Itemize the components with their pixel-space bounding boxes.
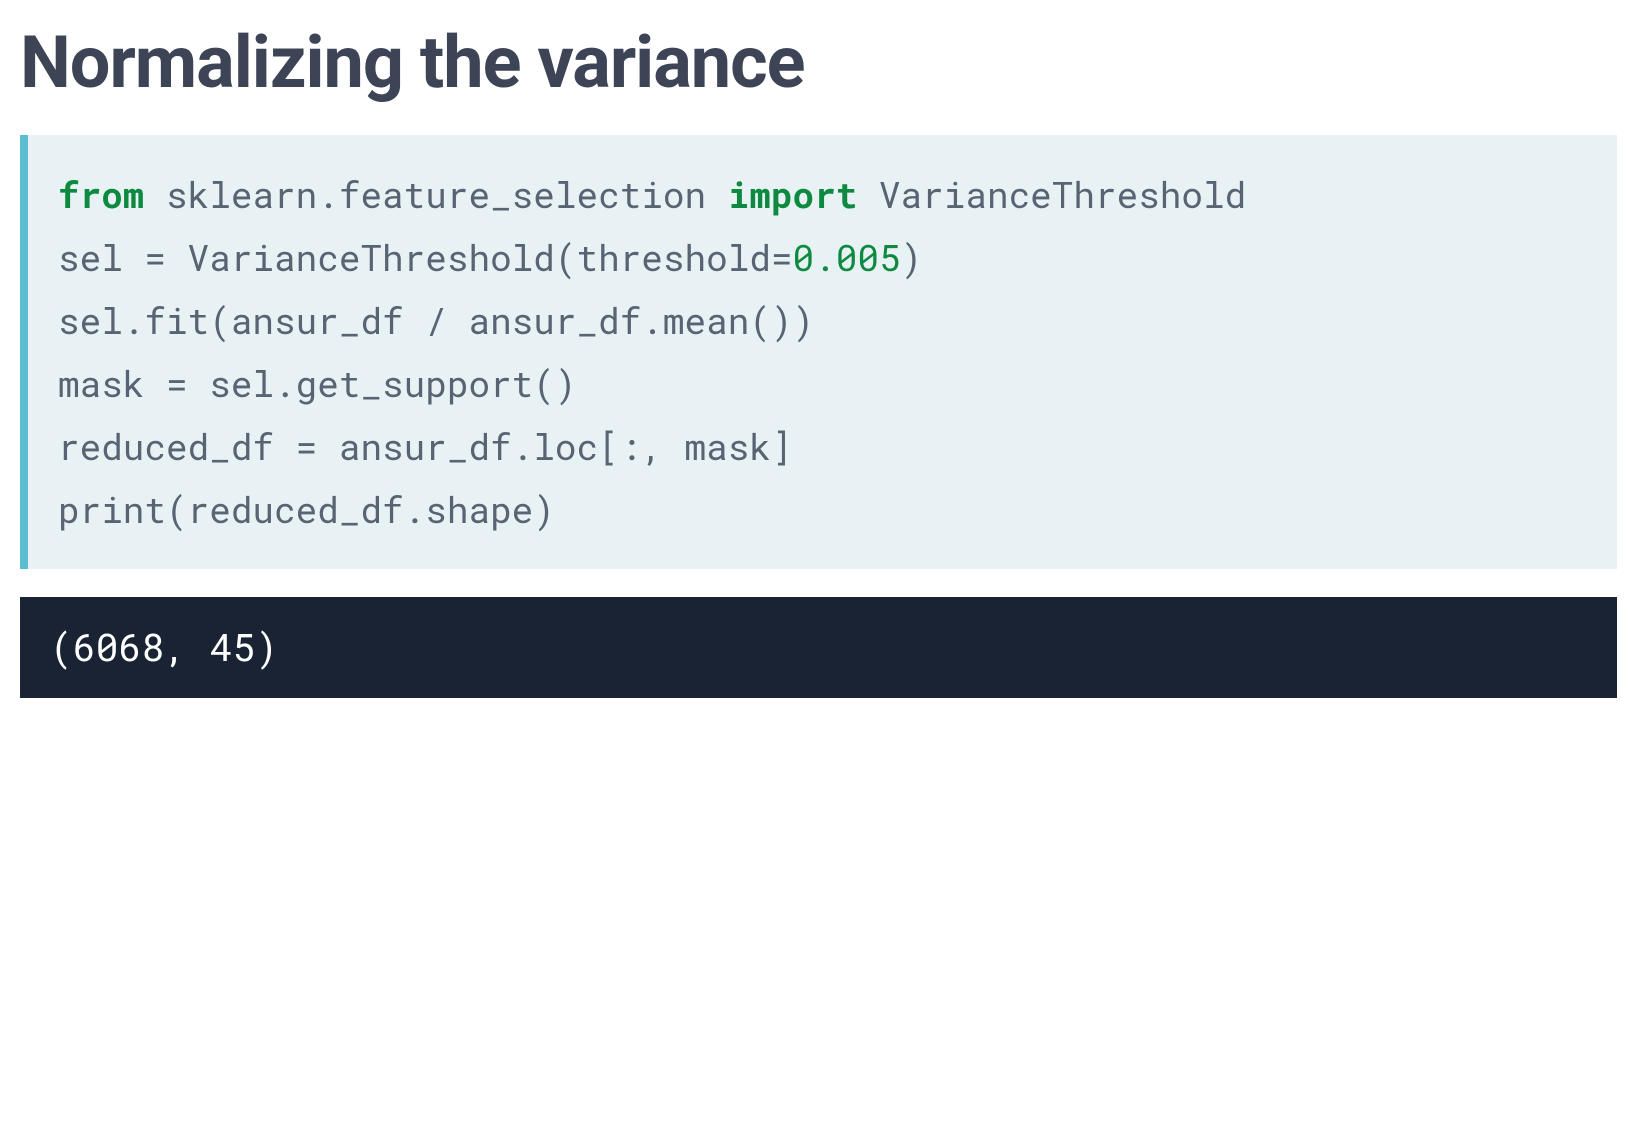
- code-text: ): [901, 233, 923, 281]
- code-line-0: from sklearn.feature_selection import Va…: [58, 163, 1587, 226]
- code-line-5: mask = sel.get_support(): [58, 352, 1587, 415]
- code-line-2: sel = VarianceThreshold(threshold=0.005): [58, 226, 1587, 289]
- code-text: sel = VarianceThreshold(threshold=: [58, 233, 793, 281]
- code-text: sklearn.feature_selection: [144, 170, 727, 218]
- code-block: from sklearn.feature_selection import Va…: [20, 135, 1617, 569]
- code-line-6: reduced_df = ansur_df.loc[:, mask]: [58, 415, 1587, 478]
- keyword-import: import: [728, 170, 858, 218]
- code-line-7: print(reduced_df.shape): [58, 478, 1587, 541]
- slide-title: Normalizing the variance: [20, 20, 1617, 105]
- code-line-4: sel.fit(ansur_df / ansur_df.mean()): [58, 289, 1587, 352]
- keyword-from: from: [58, 170, 144, 218]
- output-block: (6068, 45): [20, 597, 1617, 698]
- output-line-0: (6068, 45): [50, 619, 1587, 676]
- code-number: 0.005: [793, 233, 901, 281]
- code-text: VarianceThreshold: [857, 170, 1246, 218]
